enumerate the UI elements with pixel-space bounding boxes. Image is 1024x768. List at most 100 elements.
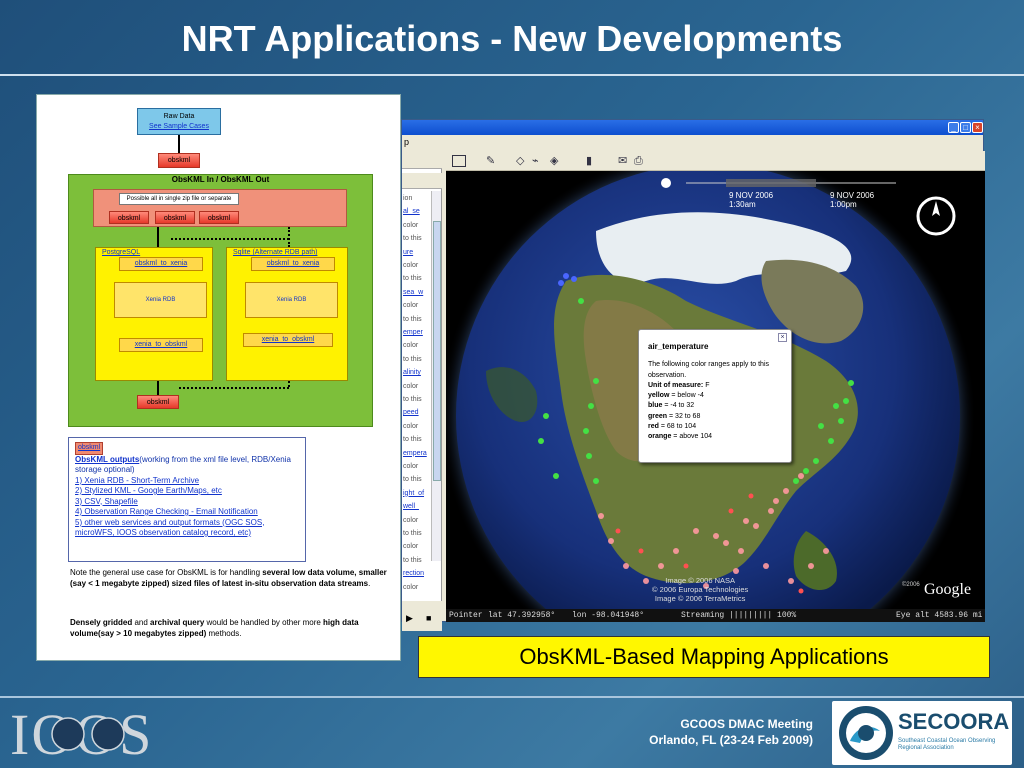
obskml-in-out-title: ObsKML In / ObsKML Out (171, 175, 270, 184)
balloon-close-icon[interactable]: × (778, 333, 787, 342)
placemark-icon[interactable]: ✎ (486, 154, 495, 168)
time-end-clock: 1:00pm (830, 200, 857, 209)
sidebar-layer-link[interactable]: emper (403, 328, 423, 338)
output-item[interactable]: 2) Stylized KML - Google Earth/Maps, etc (75, 486, 299, 497)
sidebar-header (402, 173, 442, 189)
secoora-wave-icon (839, 706, 893, 760)
sidebar-layer-link[interactable]: rection (403, 569, 424, 579)
range-color: orange (648, 433, 672, 441)
xenia-to-obskml-script: xenia_to_obskml (243, 333, 333, 347)
sidebar-layer-link[interactable]: peed (403, 408, 419, 418)
overlay-icon[interactable]: ◈ (550, 154, 558, 168)
sidebar-layer-text: to this (403, 355, 422, 363)
meeting-location: Orlando, FL (23-24 Feb 2009) (649, 733, 813, 747)
sqlite-label: Sqlite (Alternate RDB path) (233, 249, 318, 256)
sidebar-layer-link[interactable]: ure (403, 248, 413, 258)
menu-item-help[interactable]: p (404, 137, 409, 147)
footer-divider (0, 696, 1024, 698)
sidebar-layer-text: to this (403, 436, 422, 444)
xenia-rdb-box: Xenia RDB (245, 282, 338, 318)
google-logo: Google (924, 581, 972, 598)
balloon-intro: The following color ranges apply to this… (648, 361, 770, 379)
usage-note: Note the general use case for ObsKML is … (70, 567, 390, 589)
range-value: 68 to 104 (666, 423, 697, 431)
obskml-outputs-link[interactable]: ObsKML outputs (75, 455, 139, 464)
status-latitude: lat 47.392958° (488, 611, 556, 620)
sidebar-layer-text: color (403, 342, 419, 350)
range-separator: = (658, 423, 667, 431)
obskml-file-2: obskml (155, 211, 195, 224)
status-pointer: Pointer (449, 611, 483, 620)
secoora-subtitle-line: Regional Association (898, 745, 954, 751)
menu-bar: p (402, 135, 983, 150)
balloon-title: air_temperature (648, 342, 709, 351)
bulk-note-bold: archival query (150, 618, 205, 627)
time-start-clock: 1:30am (729, 200, 756, 209)
sidebar-scrollbar[interactable] (431, 191, 441, 561)
sidebar-layer-link[interactable]: ight_of (403, 489, 424, 499)
time-start-date: 9 NOV 2006 (729, 191, 774, 200)
status-eye-altitude: Eye alt 4583.96 mi (896, 611, 983, 620)
places-sidebar: ▶ ■ ion al_secolor to this ure color to this s… (402, 151, 442, 631)
balloon-unit-label: Unit of measure: (648, 381, 704, 389)
ruler-icon[interactable]: ▮ (586, 154, 592, 168)
output-item[interactable]: 5) other web services and output formats… (75, 518, 299, 539)
title-divider (0, 74, 1024, 76)
sidebar-layer-text: color (403, 583, 419, 591)
email-icon[interactable]: ✉ (618, 154, 627, 168)
print-icon[interactable]: ⎙ (634, 154, 643, 168)
output-item[interactable]: 4) Observation Range Checking - Email No… (75, 507, 299, 518)
sidebar-layer-link[interactable]: alinity (403, 368, 421, 378)
scrollbar-thumb[interactable] (433, 221, 441, 481)
bulk-note: Densely gridded and archival query would… (70, 617, 390, 639)
xenia-rdb-box: Xenia RDB (114, 282, 207, 318)
close-button[interactable]: × (972, 122, 983, 133)
range-color: red (648, 423, 659, 431)
sidebar-toggle-icon[interactable] (452, 155, 466, 167)
sidebar-layer-text: to this (403, 315, 422, 323)
secoora-subtitle-line: Southeast Coastal Ocean Observing (898, 738, 996, 744)
slide-title: NRT Applications - New Developments (181, 18, 843, 59)
sidebar-layer-text: to this (403, 530, 422, 537)
flow-arrow (178, 135, 180, 153)
status-streaming: Streaming ||||||||| 100% (681, 611, 797, 620)
obskml-output-node: obskml (137, 395, 179, 409)
image-caption: ObsKML-Based Mapping Applications (418, 636, 990, 678)
time-end-label: 9 NOV 2006 1:00pm (830, 191, 874, 209)
earth-globe-view[interactable]: 9 NOV 2006 1:30am 9 NOV 2006 1:00pm × ai… (446, 171, 985, 609)
sidebar-layer-link[interactable]: al_se (403, 207, 420, 217)
usage-note-text: . (368, 579, 371, 588)
info-balloon: × air_temperature The following color ra… (638, 329, 792, 463)
sidebar-layer-link[interactable]: sea_w (403, 288, 423, 298)
raw-data-label: Raw Data (163, 113, 195, 120)
play-icon[interactable]: ▶ (406, 613, 413, 624)
sidebar-layer-link[interactable]: well_ (403, 502, 419, 512)
sidebar-layer-link[interactable]: empera (403, 449, 427, 459)
stop-icon[interactable]: ■ (426, 613, 431, 623)
sidebar-layer-text: to this (403, 275, 422, 283)
range-color: green (648, 412, 668, 420)
sqlite-panel: Sqlite (Alternate RDB path) obskml_to_xe… (226, 247, 348, 381)
bulk-note-text: and (132, 618, 151, 627)
credit-line: Image © 2006 TerraMetrics (654, 594, 746, 603)
credit-line: Image © 2006 NASA (665, 576, 736, 585)
output-item[interactable]: 1) Xenia RDB - Short-Term Archive (75, 476, 299, 487)
range-color: yellow (648, 392, 670, 400)
google-earth-window: _ □ × p ✎ ◇ ⌁ ◈ ▮ ✉ ⎙ ▶ ■ ion al_secolor t… (401, 119, 985, 631)
output-item[interactable]: 3) CSV, Shapefile (75, 497, 299, 508)
polygon-icon[interactable]: ◇ (516, 154, 524, 168)
alternate-path-line (179, 387, 289, 389)
flow-arrow (157, 227, 159, 247)
sidebar-layer-text: to this (403, 476, 422, 484)
range-color: blue (648, 402, 663, 410)
maximize-button[interactable]: □ (960, 122, 971, 133)
path-icon[interactable]: ⌁ (532, 154, 539, 168)
secoora-subtitle: Southeast Coastal Ocean Observing Region… (898, 738, 995, 752)
bulk-note-bold: Densely gridded (70, 618, 133, 627)
minimize-button[interactable]: _ (948, 122, 959, 133)
meeting-title: GCOOS DMAC Meeting (680, 717, 813, 731)
sample-cases-link[interactable]: See Sample Cases (138, 122, 220, 132)
bulk-note-text: methods. (206, 629, 242, 638)
sidebar-layer-text: ion (403, 195, 413, 202)
time-end-date: 9 NOV 2006 (830, 191, 875, 200)
